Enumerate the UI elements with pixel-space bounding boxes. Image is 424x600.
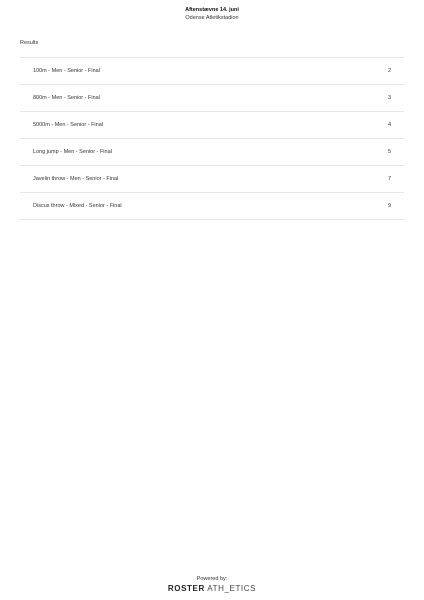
logo-bold-text: ROSTER: [167, 584, 205, 593]
result-page-number: 7: [387, 176, 391, 182]
result-row-100m[interactable]: 100m - Men - Senior - Final 2: [20, 58, 404, 85]
venue-name: Odense Atletikstadion: [185, 15, 239, 21]
result-label: 5000m - Men - Senior - Final: [33, 122, 103, 128]
result-row-javelin-throw[interactable]: Javelin throw - Men - Senior - Final 7: [20, 166, 404, 193]
result-row-discus-throw[interactable]: Discus throw - Mixed - Senior - Final 9: [20, 193, 404, 220]
result-label: Discus throw - Mixed - Senior - Final: [33, 203, 122, 209]
result-page-number: 5: [387, 149, 391, 155]
result-page-number: 9: [387, 203, 391, 209]
page-footer: Powered by: ROSTER ATH_ETICS: [0, 575, 424, 594]
event-title: Aftenstævne 14. juni: [185, 7, 239, 13]
roster-athletics-logo: ROSTER ATH_ETICS: [0, 583, 424, 594]
result-label: Javelin throw - Men - Senior - Final: [33, 176, 119, 182]
powered-by-label: Powered by:: [196, 576, 228, 582]
document-header: Aftenstævne 14. juni Odense Atletikstadi…: [0, 6, 424, 22]
result-row-5000m[interactable]: 5000m - Men - Senior - Final 4: [20, 112, 404, 139]
result-row-800m[interactable]: 800m - Men - Senior - Final 3: [20, 85, 404, 112]
logo-light-text: ATH_ETICS: [207, 584, 257, 593]
result-label: Long jump - Men - Senior - Final: [33, 149, 112, 155]
section-title: Results: [20, 40, 39, 46]
result-page-number: 3: [387, 95, 391, 101]
result-page-number: 2: [387, 68, 391, 74]
results-list: 100m - Men - Senior - Final 2 800m - Men…: [20, 57, 404, 220]
result-label: 100m - Men - Senior - Final: [33, 68, 100, 74]
result-page-number: 4: [387, 122, 391, 128]
result-row-long-jump[interactable]: Long jump - Men - Senior - Final 5: [20, 139, 404, 166]
result-label: 800m - Men - Senior - Final: [33, 95, 100, 101]
